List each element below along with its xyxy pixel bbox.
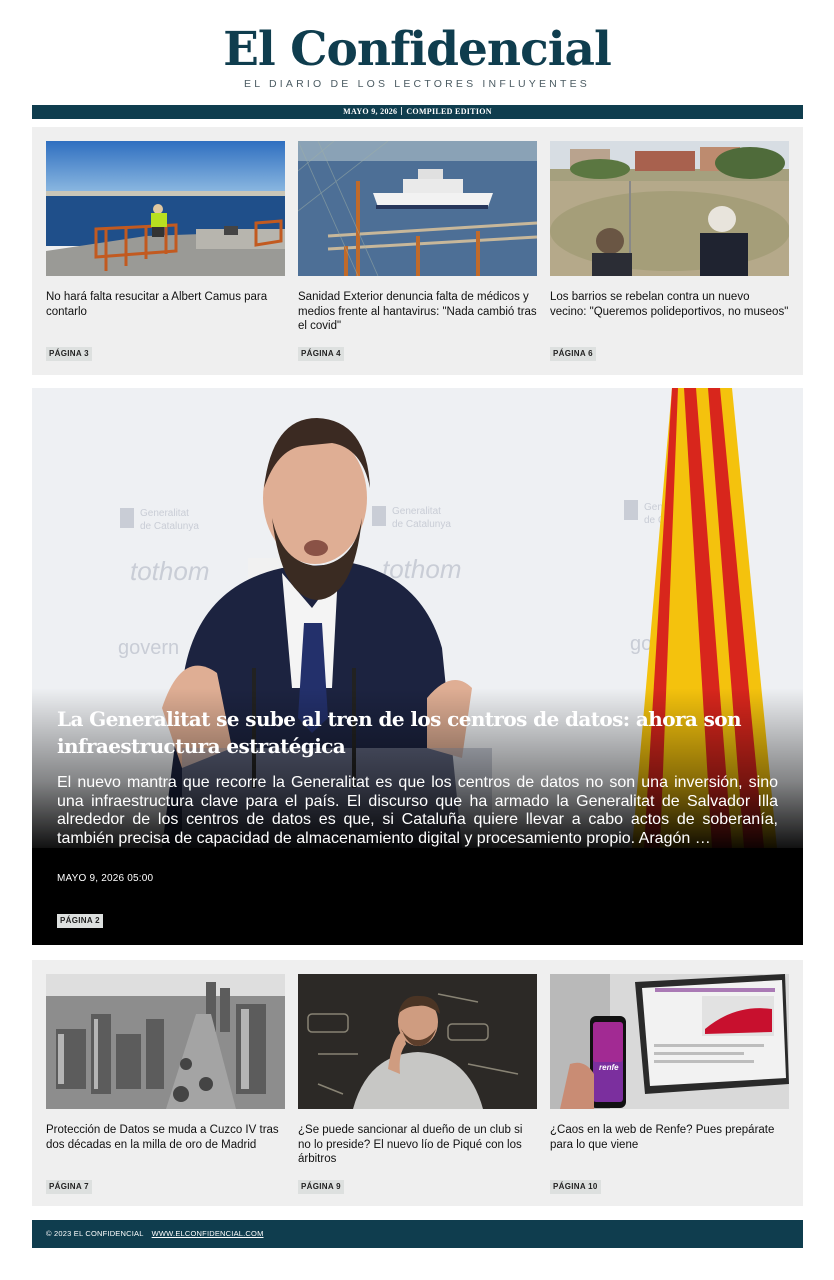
page-tag[interactable]: PÁGINA 4 [298,347,344,361]
page-tag[interactable]: PÁGINA 10 [550,1180,601,1194]
story-headline[interactable]: Los barrios se rebelan contra un nuevo v… [550,290,789,319]
story-image-ship[interactable] [298,141,537,276]
story-image-pique[interactable] [298,974,537,1109]
edition-label: COMPILED EDITION [406,107,492,116]
renfe-logo-text: renfe [599,1063,619,1072]
backdrop-text: Generalitat [392,506,441,517]
story-headline[interactable]: ¿Caos en la web de Renfe? Pues prepárate… [550,1123,789,1152]
backdrop-text: tothom [382,554,462,584]
site-tagline: EL DIARIO DE LOS LECTORES INFLUYENTES [244,78,590,90]
lead-story-headline[interactable]: La Generalitat se sube al tren de los ce… [57,706,782,760]
edition-bar: MAYO 9, 2026 COMPILED EDITION [32,105,803,119]
top-stories-panel: No hará falta resucitar a Albert Camus p… [32,127,803,375]
backdrop-text: govern [118,637,179,659]
story-headline[interactable]: Protección de Datos se muda a Cuzco IV t… [46,1123,285,1152]
story-headline[interactable]: No hará falta resucitar a Albert Camus p… [46,290,285,319]
page-tag[interactable]: PÁGINA 3 [46,347,92,361]
page-tag[interactable]: PÁGINA 9 [298,1180,344,1194]
edition-date: MAYO 9, 2026 [343,107,398,116]
footer: © 2023 EL CONFIDENCIAL WWW.ELCONFIDENCIA… [32,1220,803,1248]
bottom-stories-panel: Protección de Datos se muda a Cuzco IV t… [32,960,803,1206]
lead-story-date: MAYO 9, 2026 05:00 [57,873,154,884]
backdrop-text: de Catalunya [140,521,199,532]
story-image-neighbors[interactable] [550,141,789,276]
lead-story-summary: El nuevo mantra que recorre la Generalit… [57,774,778,847]
lead-story[interactable]: Generalitat de Catalunya tothom Generali… [32,388,803,945]
backdrop-text: de Catalunya [392,519,451,530]
page-tag[interactable]: PÁGINA 6 [550,347,596,361]
story-image-city[interactable] [46,974,285,1109]
story-headline[interactable]: ¿Se puede sancionar al dueño de un club … [298,1123,537,1167]
footer-site-link[interactable]: WWW.ELCONFIDENCIAL.COM [152,1229,264,1238]
masthead: El Confidencial EL DIARIO DE LOS LECTORE… [0,22,834,90]
site-logo[interactable]: El Confidencial [0,22,834,78]
edition-divider [401,107,403,115]
story-headline[interactable]: Sanidad Exterior denuncia falta de médic… [298,290,537,334]
page-tag[interactable]: PÁGINA 7 [46,1180,92,1194]
story-image-renfe[interactable]: renfe [550,974,789,1109]
page-tag[interactable]: PÁGINA 2 [57,914,103,928]
story-image-harbor[interactable] [46,141,285,276]
backdrop-text: tothom [130,556,210,586]
backdrop-text: Generalitat [140,508,189,519]
footer-copyright: © 2023 EL CONFIDENCIAL [46,1229,144,1238]
